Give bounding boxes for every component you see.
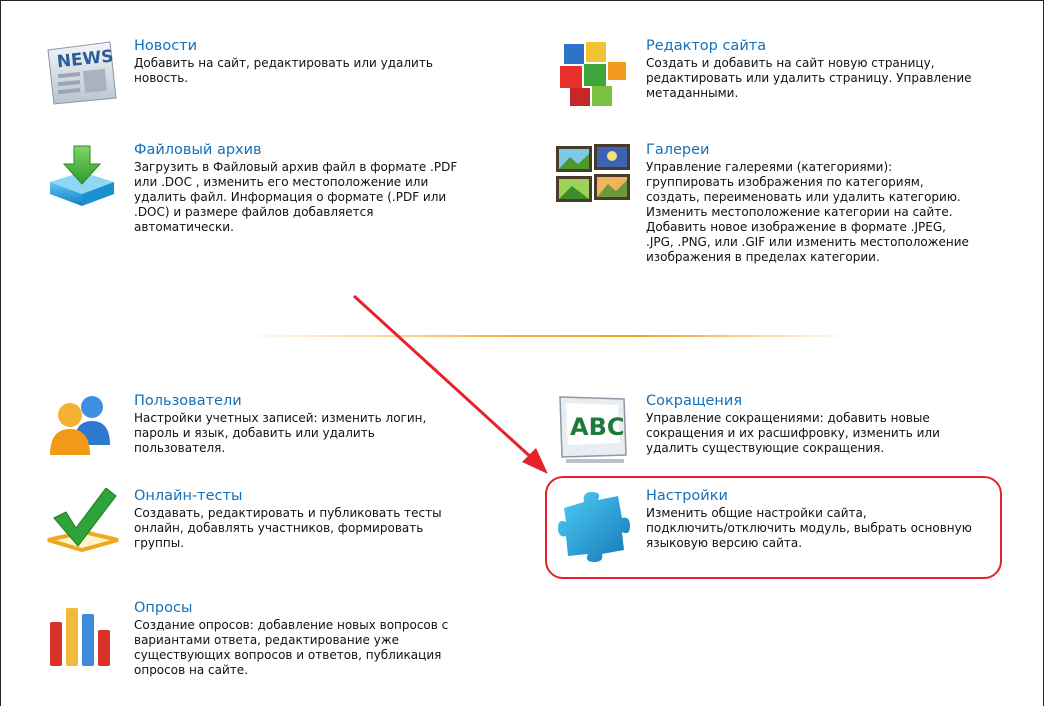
download-arrow-icon [50, 145, 114, 206]
abbreviations-title-link[interactable]: Сокращения [646, 393, 1026, 410]
online-tests-title-link[interactable]: Онлайн-тесты [134, 488, 474, 505]
news-icon: NEWS [47, 41, 117, 105]
online-tests-description: Создавать, редактировать и публиковать т… [134, 506, 442, 550]
file-archive-description: Загрузить в Файловый архив файл в формат… [134, 160, 458, 234]
users-icon [50, 396, 110, 455]
site-editor-title-link[interactable]: Редактор сайта [646, 38, 1026, 55]
settings-description: Изменить общие настройки сайта, подключи… [646, 506, 972, 550]
users-description: Настройки учетных записей: изменить логи… [134, 411, 427, 455]
section-divider [240, 335, 850, 337]
polls-title-link[interactable]: Опросы [134, 600, 494, 617]
abbreviations-description: Управление сокращениями: добавить новые … [646, 411, 940, 455]
puzzle-piece-icon [558, 492, 630, 562]
galleries-title-link[interactable]: Галереи [646, 142, 1046, 159]
bar-chart-icon [50, 608, 110, 666]
news-description: Добавить на сайт, редактировать или удал… [134, 56, 433, 85]
news-title-link[interactable]: Новости [134, 38, 474, 55]
checkmark-icon [47, 488, 119, 553]
colored-cubes-icon [560, 42, 626, 106]
gallery-icon [556, 144, 630, 202]
users-title-link[interactable]: Пользователи [134, 393, 474, 410]
galleries-description: Управление галереями (категориями): груп… [646, 160, 969, 264]
settings-title-link[interactable]: Настройки [646, 488, 1026, 505]
file-archive-title-link[interactable]: Файловый архив [134, 142, 474, 159]
polls-description: Создание опросов: добавление новых вопро… [134, 618, 449, 677]
site-editor-description: Создать и добавить на сайт новую страниц… [646, 56, 972, 100]
abc-board-icon: ABC [559, 396, 627, 463]
svg-text:ABC: ABC [570, 413, 624, 441]
